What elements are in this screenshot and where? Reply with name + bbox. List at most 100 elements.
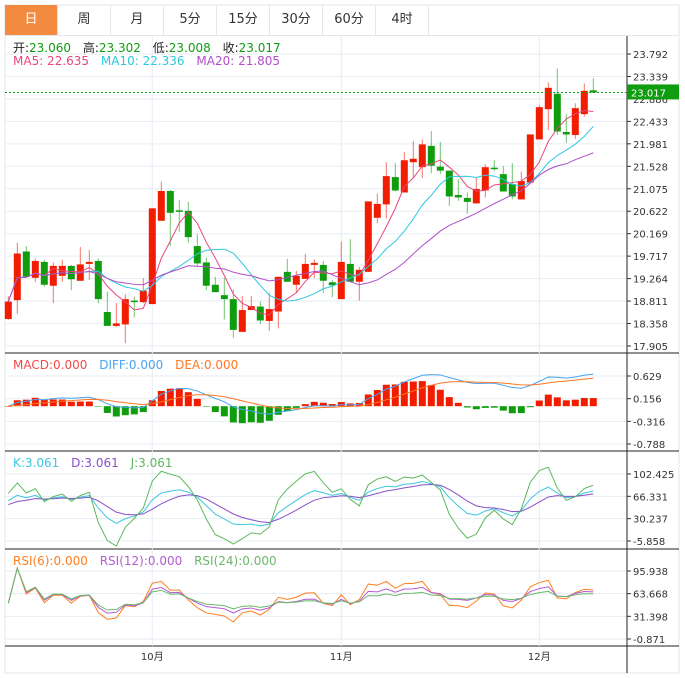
candle-body: [454, 194, 462, 198]
tab-week[interactable]: 周: [58, 5, 111, 35]
tab-5min[interactable]: 5分: [164, 5, 217, 35]
tab-day[interactable]: 日: [5, 5, 58, 35]
macd-bar: [211, 406, 219, 413]
candle: [94, 258, 102, 304]
rsi24-value: RSI(24):0.000: [194, 554, 277, 568]
candle-body: [67, 265, 75, 280]
candle: [589, 78, 597, 93]
candle-body: [562, 131, 570, 135]
y-tick-label: 19.264: [633, 275, 668, 286]
dea-line: [8, 377, 594, 410]
macd-bar: [544, 394, 552, 407]
macd-bar: [85, 401, 93, 407]
candle: [409, 140, 417, 179]
candle: [373, 193, 381, 224]
macd-bar: [571, 399, 579, 407]
candle-body: [112, 323, 120, 326]
candle-body: [4, 301, 12, 319]
candle: [571, 103, 579, 139]
low-value: 23.008: [168, 41, 211, 55]
macd-bar: [292, 406, 300, 408]
macd-bar: [112, 406, 120, 417]
d-value: D:3.061: [71, 456, 119, 470]
macd-bar: [499, 406, 507, 411]
candle: [490, 160, 498, 172]
candle: [544, 82, 552, 130]
tab-month[interactable]: 月: [111, 5, 164, 35]
macd-bar: [472, 406, 480, 410]
macd-bar: [418, 381, 426, 407]
rsi12-value: RSI(12):0.000: [99, 554, 183, 568]
macd-bar: [76, 401, 84, 407]
macd-legend: MACD:0.000 DIFF:0.000 DEA:0.000: [13, 358, 246, 372]
y-tick-label: 18.358: [633, 320, 668, 331]
high-value: 23.302: [98, 41, 141, 55]
tab-4hour[interactable]: 4时: [376, 5, 429, 35]
candle-body: [175, 210, 183, 212]
tab-15min[interactable]: 15分: [217, 5, 270, 35]
y-tick-label: 23.792: [633, 50, 668, 61]
candle-body: [220, 295, 228, 300]
tab-30min[interactable]: 30分: [270, 5, 323, 35]
candle-body: [211, 284, 219, 293]
macd-bar: [580, 398, 588, 407]
y-tick-label: 18.811: [633, 297, 668, 308]
close-value: 23.017: [238, 41, 281, 55]
x-tick-label: 11月: [330, 651, 353, 663]
candle-body: [238, 310, 246, 332]
diff-value: DIFF:0.000: [99, 358, 164, 372]
tab-60min[interactable]: 60分: [323, 5, 376, 35]
candle: [427, 130, 435, 174]
candle: [130, 296, 138, 318]
candle-body: [364, 201, 372, 272]
macd-bar: [427, 385, 435, 407]
macd-bar: [202, 406, 210, 407]
chart-canvas[interactable]: 23.79223.33922.88622.43321.98121.52821.0…: [0, 0, 685, 678]
candle: [4, 296, 12, 320]
macd-bar: [436, 389, 444, 407]
rsi-legend: RSI(6):0.000 RSI(12):0.000 RSI(24):0.000: [13, 554, 285, 568]
candle: [166, 190, 174, 247]
macd-bar: [526, 406, 534, 408]
candle: [184, 201, 192, 243]
candle-body: [292, 275, 300, 285]
y-tick-label: 23.339: [633, 72, 668, 83]
y-tick-label: 17.905: [633, 342, 668, 353]
open-label: 开:: [13, 41, 30, 55]
macd-bar: [517, 406, 525, 414]
candle: [481, 164, 489, 198]
macd-bar: [454, 402, 462, 407]
candle-body: [13, 253, 21, 301]
macd-bar: [301, 404, 309, 407]
j-line: [7, 466, 594, 547]
y-tick-label: 22.433: [633, 117, 668, 128]
candle-body: [301, 263, 309, 279]
macd-bar: [562, 400, 570, 407]
macd-bar: [481, 406, 489, 408]
macd-bar: [409, 381, 417, 407]
ma-legend: MA5: 22.635 MA10: 22.336 MA20: 21.805: [13, 54, 288, 68]
y-tick-label: 31.398: [633, 612, 668, 623]
macd-bar: [337, 402, 345, 407]
candle: [22, 246, 30, 277]
candle-body: [148, 208, 156, 305]
candle: [562, 114, 570, 143]
ma20-value: MA20: 21.805: [196, 54, 281, 68]
macd-bar: [103, 406, 111, 413]
macd-bar: [247, 406, 255, 423]
ma10-value: MA10: 22.336: [100, 54, 185, 68]
y-tick-label: 95.938: [633, 567, 668, 578]
macd-bar: [391, 384, 399, 407]
candle-body: [463, 197, 471, 202]
candle-body: [130, 300, 138, 303]
candle-body: [166, 190, 174, 213]
candle-body: [274, 276, 282, 312]
macd-bar: [184, 392, 192, 407]
candle-body: [490, 167, 498, 170]
y-tick-label: -0.871: [633, 635, 665, 646]
high-label: 高:: [82, 41, 99, 55]
candle-body: [526, 134, 534, 183]
candle-body: [202, 262, 210, 286]
candle-body: [544, 87, 552, 110]
macd-bar: [490, 406, 498, 408]
